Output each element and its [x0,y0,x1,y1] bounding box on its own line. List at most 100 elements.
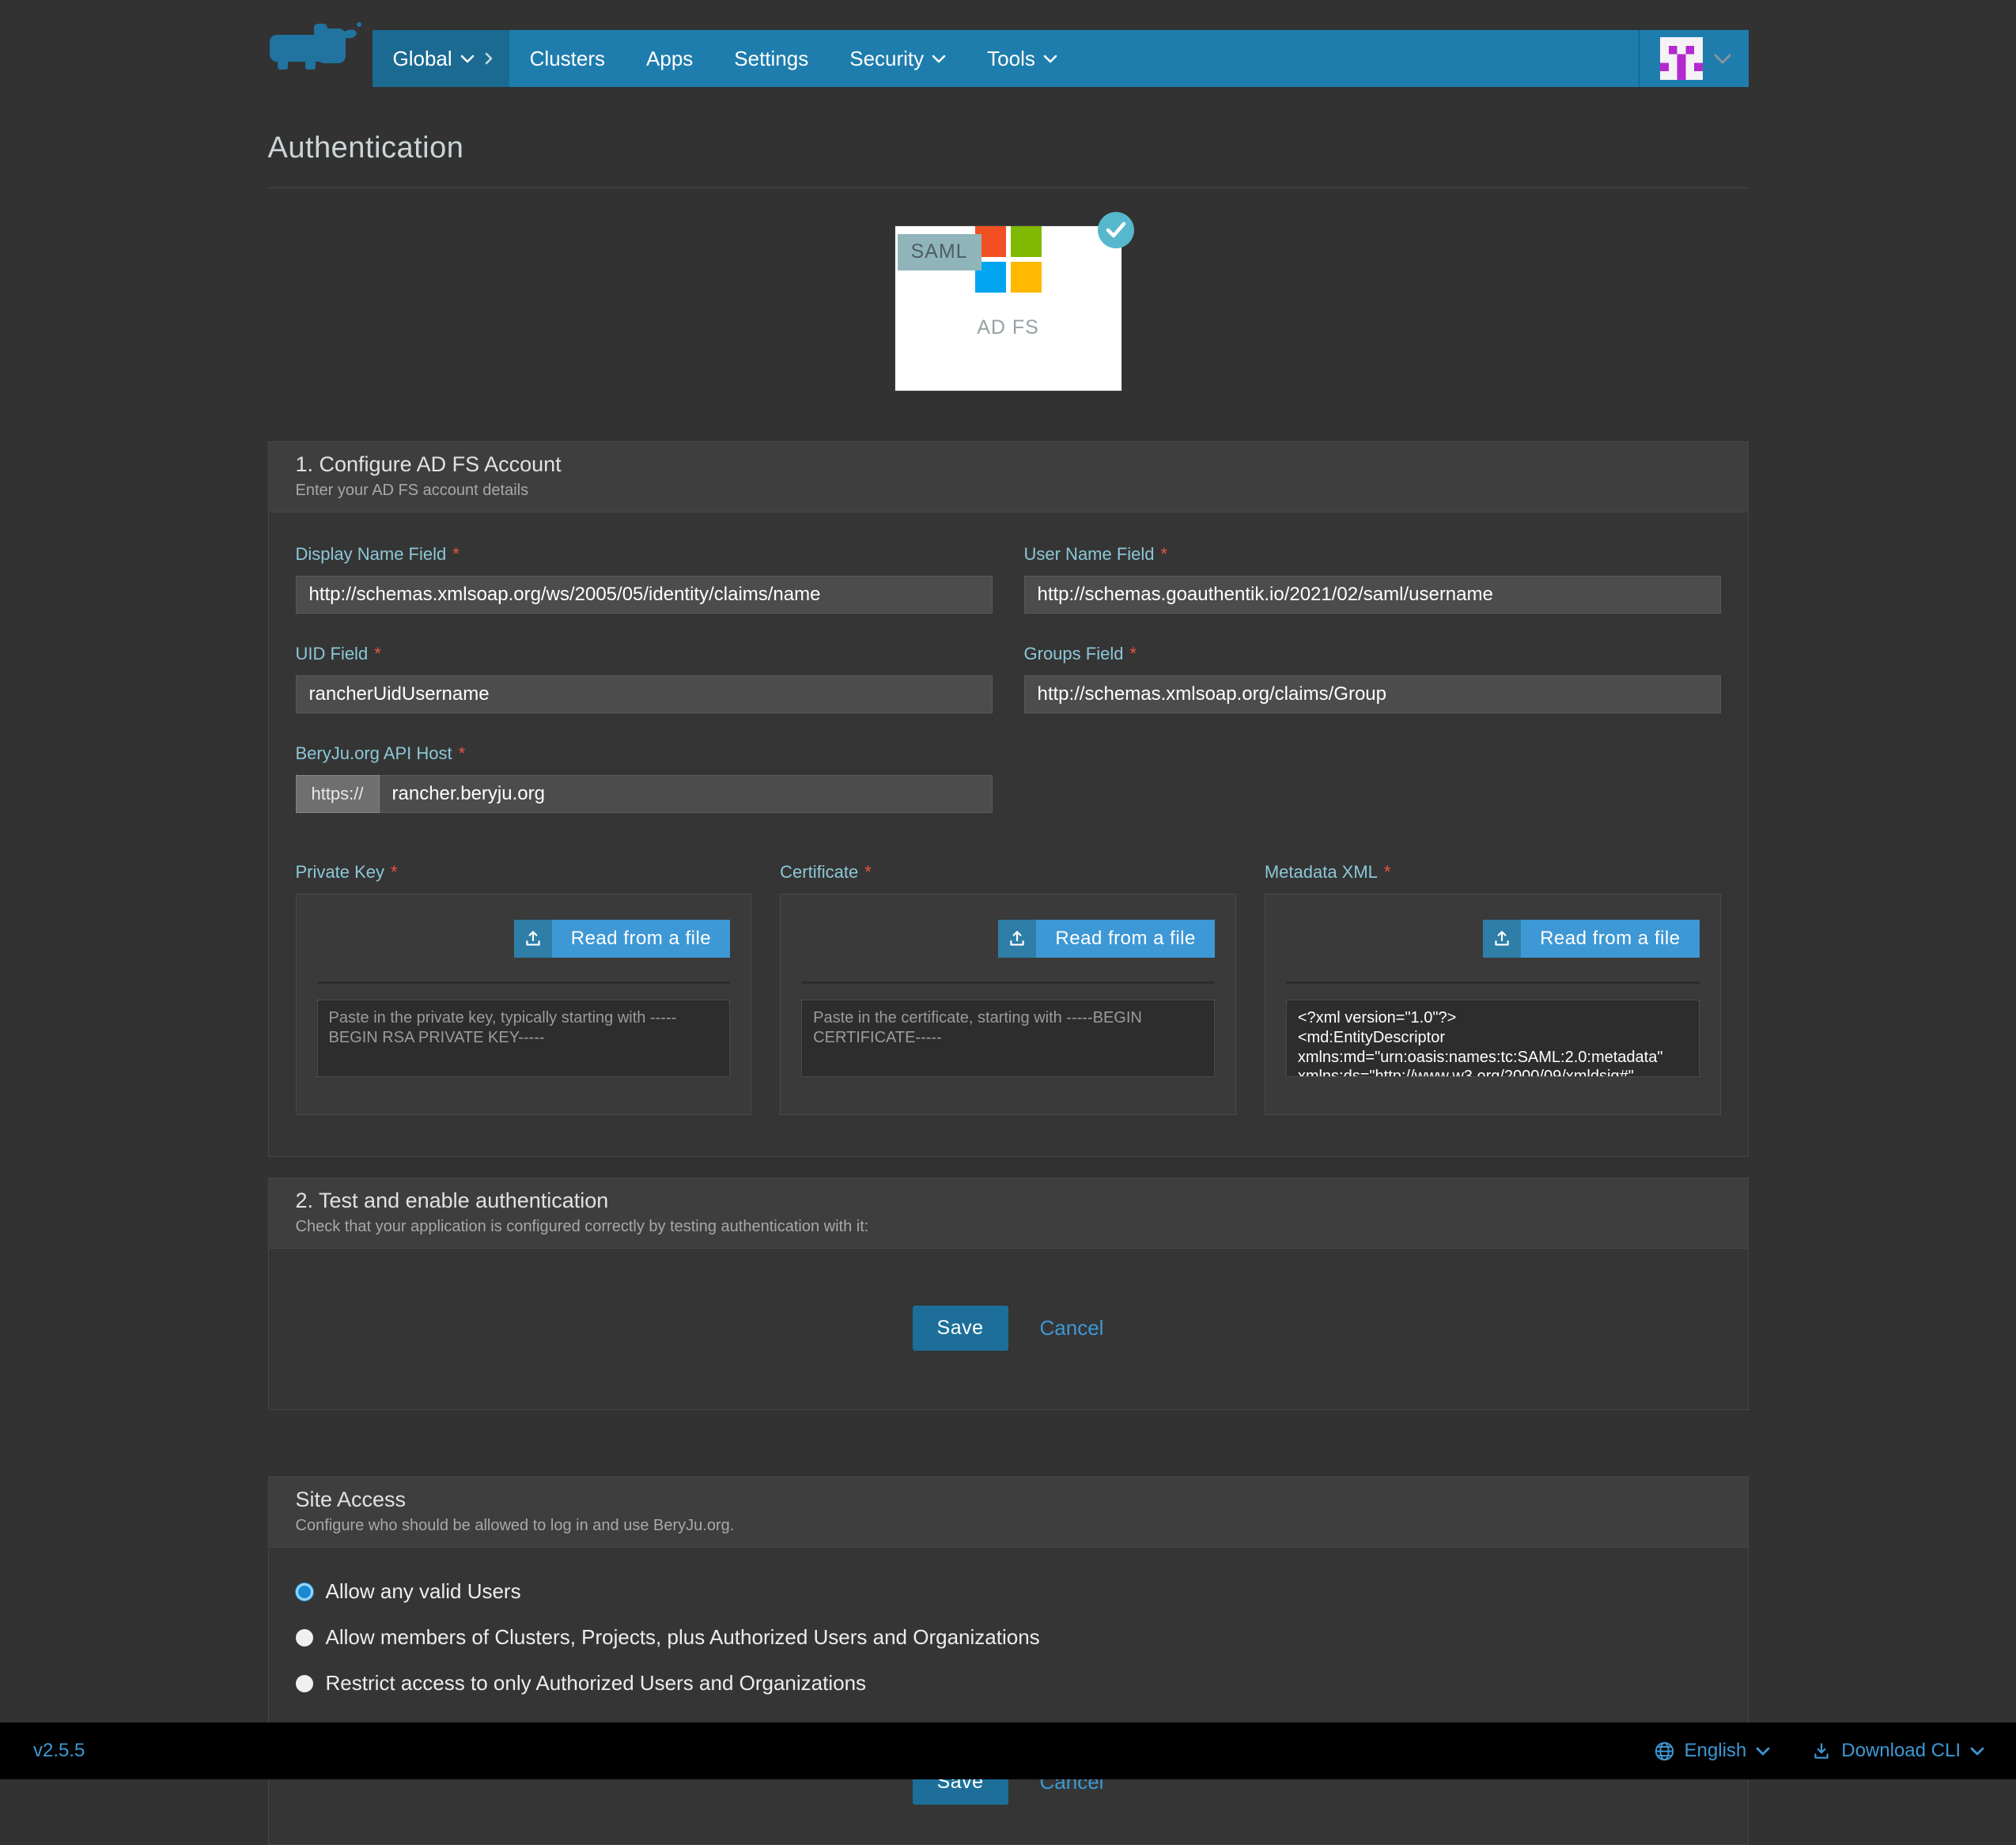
nav-label: Global [393,47,452,71]
nav-item-global[interactable]: Global [373,30,509,87]
chevron-down-icon [1714,54,1731,64]
upload-icon [1483,920,1521,958]
upload-icon [998,920,1036,958]
test-enable-section: 2. Test and enable authentication Check … [268,1178,1749,1410]
metadata-xml-box: Read from a file <?xml version="1.0"?> <… [1265,894,1721,1115]
nav-item-tools[interactable]: Tools [966,30,1078,87]
required-asterisk: * [1161,544,1168,564]
title-divider [268,187,1749,188]
language-label: English [1685,1740,1747,1762]
private-key-box: Read from a file [296,894,752,1115]
section2-subtitle: Check that your application is configure… [296,1218,1721,1236]
certificate-textarea[interactable] [801,1000,1215,1077]
required-asterisk: * [459,743,466,763]
required-asterisk: * [452,544,460,564]
site-access-title: Site Access [296,1488,1721,1512]
field-uid: UID Field* [296,644,993,713]
nav-label: Apps [646,47,693,71]
read-from-file-button[interactable]: Read from a file [998,920,1214,958]
display-name-input[interactable] [296,576,993,614]
required-asterisk: * [1384,862,1391,882]
radio-allow-members[interactable]: Allow members of Clusters, Projects, plu… [296,1625,1721,1650]
field-api-host: BeryJu.org API Host* https:// [296,743,993,813]
globe-icon [1654,1741,1675,1762]
read-from-file-button[interactable]: Read from a file [514,920,730,958]
read-from-file-button[interactable]: Read from a file [1483,920,1699,958]
field-label: BeryJu.org API Host* [296,743,993,764]
metadata-xml-block: Metadata XML* Read from a file <?xml ve [1265,862,1721,1115]
required-asterisk: * [864,862,872,882]
certificate-block: Certificate* Read from a file [780,862,1236,1115]
private-key-textarea[interactable] [317,1000,731,1077]
language-selector[interactable]: English [1654,1740,1771,1762]
top-navbar: Global Clusters Apps Settings Security T… [373,30,1749,87]
user-name-input[interactable] [1024,576,1721,614]
provider-card-adfs[interactable]: SAML AD FS [895,226,1121,391]
certificate-box: Read from a file [780,894,1236,1115]
main-content: Authentication SAML AD FS 1. Configure A… [268,89,1749,1845]
section2-header: 2. Test and enable authentication Check … [269,1178,1748,1249]
configure-adfs-section: 1. Configure AD FS Account Enter your AD… [268,441,1749,1157]
user-avatar [1660,37,1703,80]
nav-label: Security [849,47,924,71]
metadata-xml-textarea[interactable]: <?xml version="1.0"?> <md:EntityDescript… [1286,1000,1700,1077]
user-menu[interactable] [1639,30,1749,87]
groups-input[interactable] [1024,675,1721,713]
radio-selected-icon [296,1583,313,1601]
site-access-header: Site Access Configure who should be allo… [269,1477,1748,1548]
section1-header: 1. Configure AD FS Account Enter your AD… [269,442,1748,512]
private-key-block: Private Key* Read from a file [296,862,752,1115]
nav-item-clusters[interactable]: Clusters [509,30,626,87]
radio-unselected-icon [296,1675,313,1692]
api-host-input[interactable] [380,775,993,813]
app-header: Global Clusters Apps Settings Security T… [0,0,2016,89]
field-label: User Name Field* [1024,544,1721,565]
app-footer: v2.5.5 English Download CLI [0,1722,2016,1779]
chevron-down-icon [460,55,475,63]
nav-item-apps[interactable]: Apps [626,30,713,87]
required-asterisk: * [1129,644,1137,664]
rancher-logo[interactable] [268,19,365,71]
download-cli-label: Download CLI [1841,1740,1961,1762]
save-button[interactable]: Save [913,1306,1008,1351]
read-from-file-label: Read from a file [552,920,730,958]
uid-input[interactable] [296,675,993,713]
selected-check-icon [1098,212,1134,248]
site-access-subtitle: Configure who should be allowed to log i… [296,1517,1721,1535]
https-prefix-addon: https:// [296,775,380,813]
field-groups: Groups Field* [1024,644,1721,713]
cancel-button[interactable]: Cancel [1040,1316,1104,1340]
version-label[interactable]: v2.5.5 [33,1740,85,1762]
field-display-name: Display Name Field* [296,544,993,614]
section2-title: 2. Test and enable authentication [296,1189,1721,1213]
field-user-name: User Name Field* [1024,544,1721,614]
radio-restrict-access[interactable]: Restrict access to only Authorized Users… [296,1671,1721,1696]
microsoft-logo-icon [975,226,1042,293]
file-box-divider [1286,981,1700,984]
section1-subtitle: Enter your AD FS account details [296,482,1721,500]
read-from-file-label: Read from a file [1521,920,1699,958]
nav-item-settings[interactable]: Settings [713,30,829,87]
page-title: Authentication [268,131,1749,165]
field-label: Private Key* [296,862,752,883]
radio-unselected-icon [296,1629,313,1647]
field-label: UID Field* [296,644,993,664]
section1-title: 1. Configure AD FS Account [296,452,1721,477]
nav-item-security[interactable]: Security [829,30,966,87]
field-label: Metadata XML* [1265,862,1721,883]
radio-allow-any-valid-users[interactable]: Allow any valid Users [296,1579,1721,1604]
rancher-bull-icon [268,19,365,71]
navbar-spacer [1078,30,1639,87]
read-from-file-label: Read from a file [1036,920,1214,958]
active-caret-icon [484,51,494,66]
field-label: Display Name Field* [296,544,993,565]
site-access-section: Site Access Configure who should be allo… [268,1476,1749,1845]
download-cli-menu[interactable]: Download CLI [1811,1740,1984,1762]
provider-name: AD FS [895,316,1121,339]
required-asterisk: * [374,644,381,664]
chevron-down-icon [1970,1747,1984,1756]
required-asterisk: * [391,862,398,882]
upload-icon [514,920,552,958]
nav-label: Clusters [530,47,605,71]
file-box-divider [801,981,1215,984]
